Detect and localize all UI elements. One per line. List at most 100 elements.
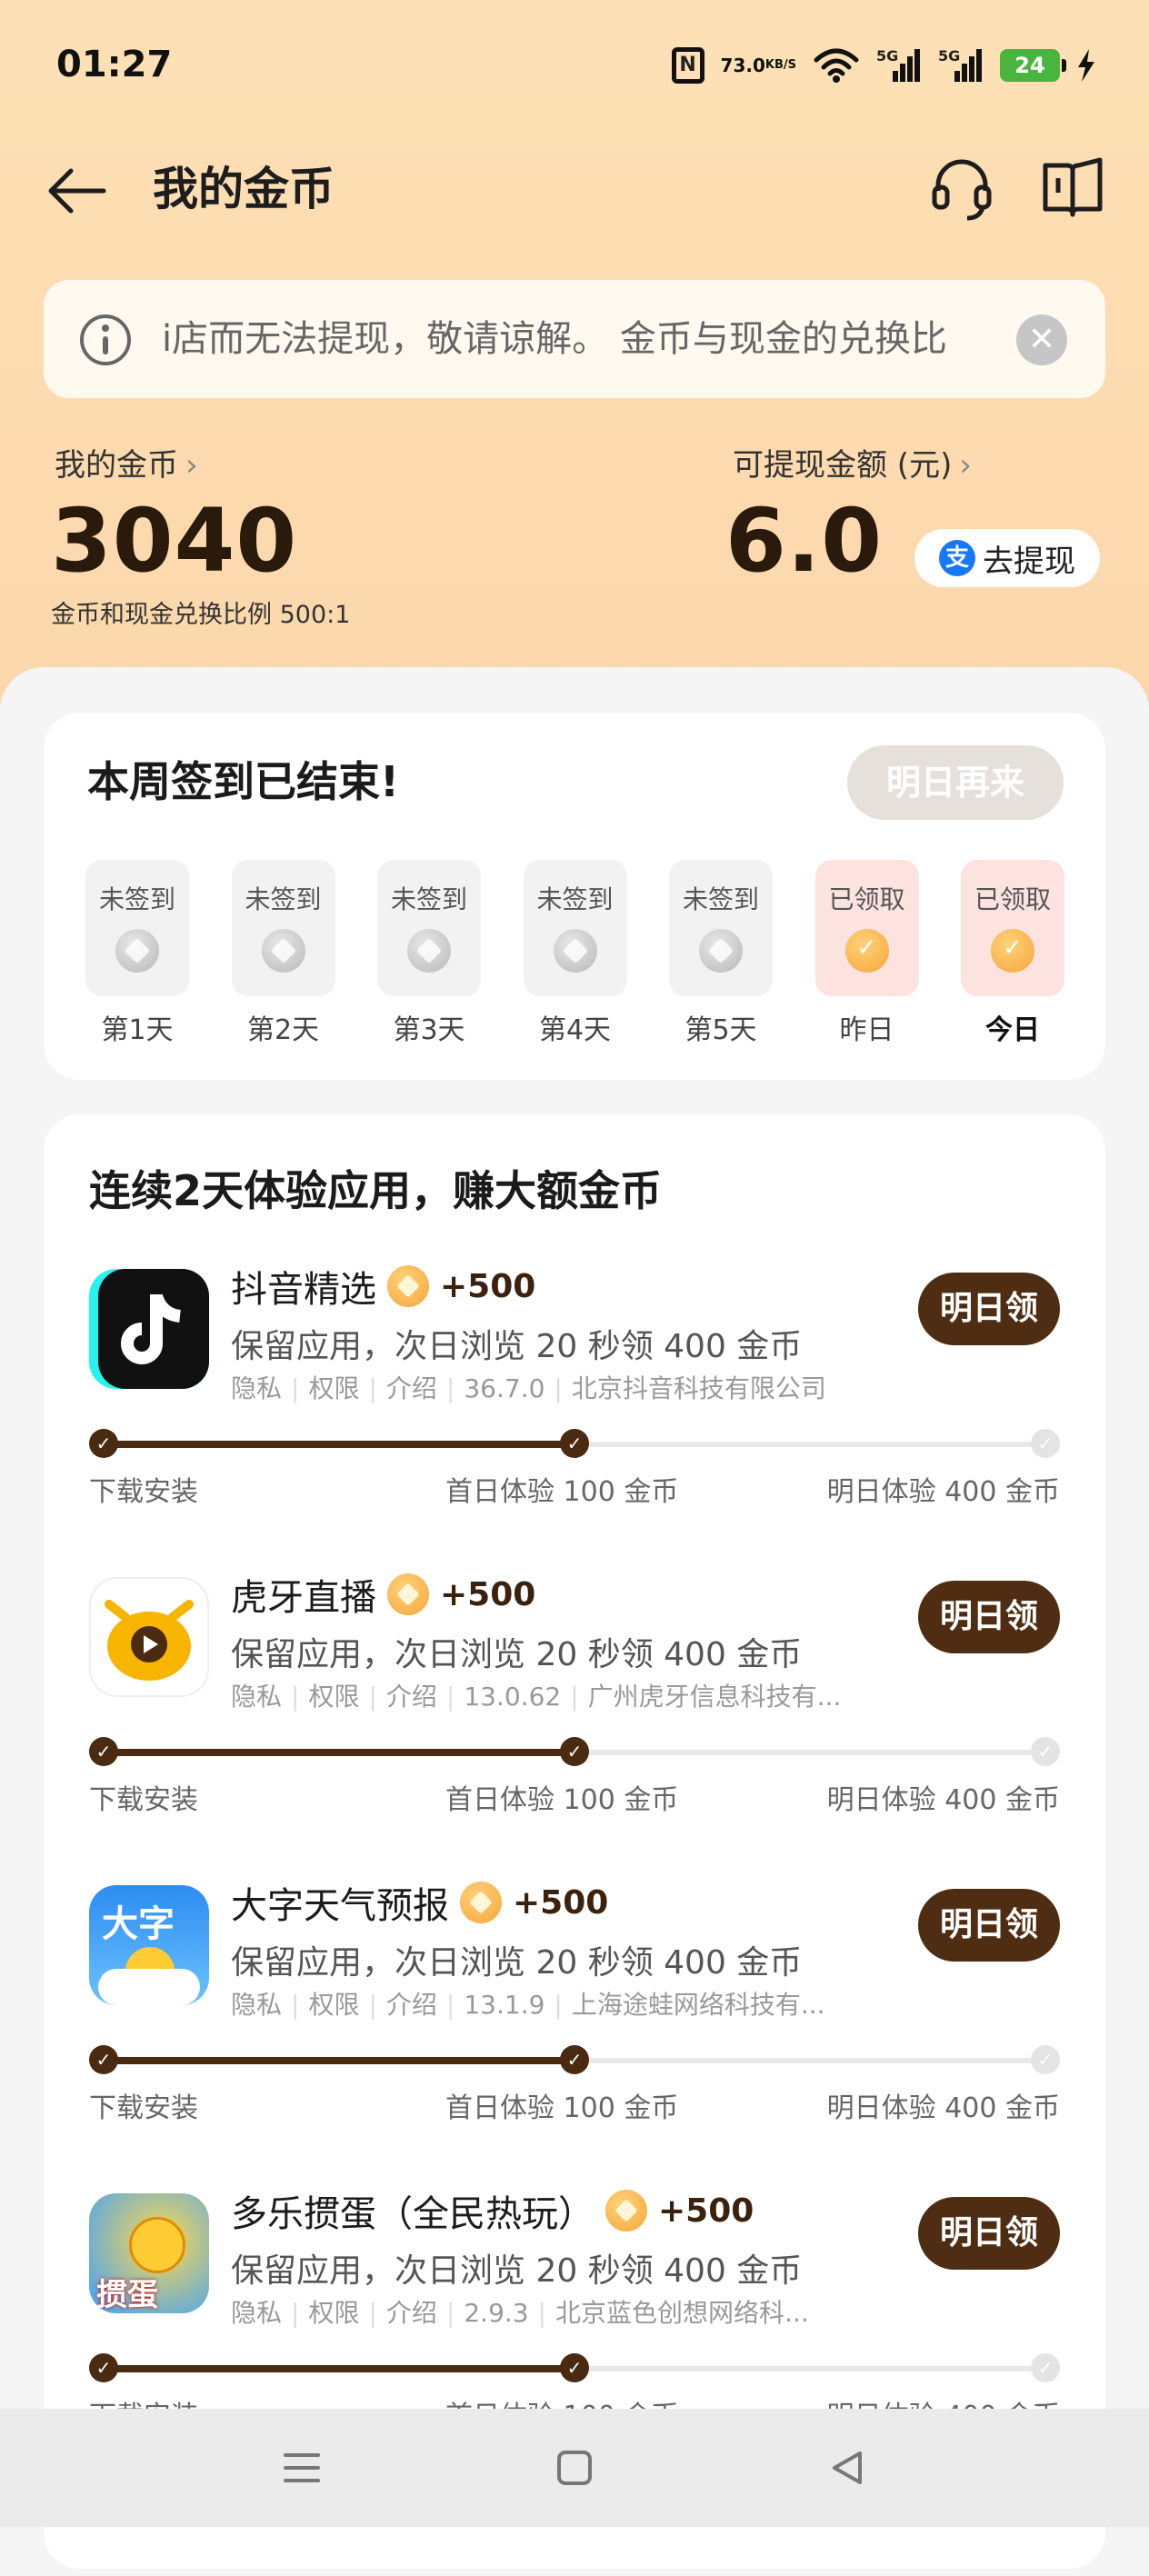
app-meta-item[interactable]: 权限	[308, 2298, 359, 2328]
battery-icon: 24	[1000, 49, 1066, 82]
weather-app-icon: 大字	[89, 1885, 209, 2005]
signal-icon-2: 5G	[938, 47, 984, 84]
app-meta-item: 13.0.62	[464, 1682, 562, 1712]
back-button[interactable]	[44, 155, 116, 227]
customer-service-button[interactable]	[925, 151, 998, 224]
signin-day-status: 已领取	[828, 884, 905, 914]
signal-label-2: 5G	[938, 47, 961, 65]
guandan-app-icon-text: 掼蛋	[96, 2277, 158, 2313]
claim-tomorrow-button[interactable]: 明日领	[918, 1273, 1060, 1345]
app-name: 虎牙直播	[231, 1577, 376, 1619]
wifi-icon	[814, 48, 859, 83]
app-meta-item: 北京抖音科技有限公司	[571, 1373, 826, 1403]
coin-icon	[844, 929, 889, 973]
signin-day-label: 第3天	[393, 1014, 465, 1046]
signin-day-status: 未签到	[682, 884, 759, 914]
app-meta-item: 上海途蛙网络科技有...	[571, 1990, 825, 2020]
my-coins-link[interactable]: 我的金币 ›	[55, 440, 198, 484]
task-item: 抖音精选 +500 保留应用，次日浏览 20 秒领 400 金币 隐私 | 权限 | 介绍 | 3…	[44, 1242, 1105, 1542]
app-meta-item[interactable]: 权限	[308, 1682, 359, 1712]
progress-fill	[104, 2057, 574, 2064]
progress-labels: 下载安装 首日体验 100 金币 明日体验 400 金币	[89, 1469, 1060, 1508]
app-meta-item[interactable]: 隐私	[231, 1990, 282, 2020]
app-meta-item[interactable]: 隐私	[231, 1373, 282, 1403]
coin-icon	[605, 2190, 647, 2232]
app-icon[interactable]: 大字	[89, 1885, 209, 2005]
chevron-right-icon: ›	[959, 447, 972, 484]
progress-step-done: ✓	[89, 1429, 118, 1458]
network-speed-unit: KB/S	[764, 58, 796, 72]
my-coins-label: 我的金币	[55, 447, 178, 484]
app-meta-item[interactable]: 权限	[308, 1373, 359, 1403]
progress-labels: 下载安装 首日体验 100 金币 明日体验 400 金币	[89, 2085, 1060, 2124]
signin-day-status: 未签到	[536, 884, 614, 914]
signin-day-box: 已领取	[961, 860, 1064, 996]
back-nav-button[interactable]	[811, 2436, 884, 2500]
progress-label-first-day: 首日体验 100 金币	[445, 2092, 679, 2124]
signin-day-box: 未签到	[669, 860, 773, 996]
signin-day-box: 未签到	[231, 860, 335, 996]
app-meta: 隐私 | 权限 | 介绍 | 13.0.62 | 广州虎牙信息科技有...	[231, 1677, 841, 1713]
app-meta-item[interactable]: 介绍	[386, 1682, 437, 1712]
home-button[interactable]	[538, 2436, 611, 2500]
meta-separator: |	[368, 2298, 377, 2328]
claim-tomorrow-button[interactable]: 明日领	[918, 2197, 1060, 2270]
coin-icon	[460, 1882, 502, 1923]
info-icon	[80, 315, 131, 365]
app-icon[interactable]: 掼蛋	[89, 2193, 209, 2313]
weather-app-icon-text: 大字	[102, 1903, 175, 1945]
meta-separator: |	[445, 1682, 455, 1712]
app-meta-item[interactable]: 隐私	[231, 1682, 282, 1712]
meta-separator: |	[291, 2298, 300, 2328]
signin-day-status: 未签到	[390, 884, 467, 914]
withdraw-button[interactable]: 支 去提现	[914, 529, 1100, 587]
claim-tomorrow-button[interactable]: 明日领	[918, 1581, 1060, 1653]
reward-amount: +500	[440, 1575, 536, 1613]
app-meta-item[interactable]: 介绍	[386, 1990, 437, 2020]
meta-separator: |	[368, 1373, 377, 1403]
signal-icon: 5G	[876, 47, 922, 84]
book-icon	[1043, 157, 1103, 217]
signin-day-status: 未签到	[245, 884, 322, 914]
chevron-right-icon: ›	[185, 447, 198, 484]
app-meta-item[interactable]: 介绍	[386, 2298, 437, 2328]
progress-step-pending: ✓	[1031, 1429, 1060, 1458]
progress-step-done: ✓	[560, 1429, 589, 1458]
app-meta: 隐私 | 权限 | 介绍 | 13.1.9 | 上海途蛙网络科技有...	[231, 1985, 825, 2022]
meta-separator: |	[554, 1990, 563, 2020]
progress-label-install: 下载安装	[89, 2092, 198, 2124]
signin-day-label: 今日	[985, 1014, 1040, 1046]
meta-separator: |	[445, 2298, 455, 2328]
claim-tomorrow-button[interactable]: 明日领	[918, 1889, 1060, 1962]
progress-label-first-day: 首日体验 100 金币	[445, 1784, 679, 1816]
task-progress: ✓ ✓ ✓	[89, 1425, 1060, 1462]
cash-balance: 6.0	[725, 490, 884, 592]
signin-day-box: 未签到	[377, 860, 481, 996]
app-header: 我的金币	[0, 136, 1149, 236]
app-name: 抖音精选	[231, 1269, 376, 1311]
rules-button[interactable]	[1036, 151, 1109, 224]
app-icon[interactable]	[89, 1269, 209, 1389]
close-notice-button[interactable]: ✕	[1016, 315, 1067, 365]
menu-button[interactable]	[265, 2436, 338, 2500]
reward-amount: +500	[513, 1883, 609, 1922]
progress-step-done: ✓	[560, 2045, 589, 2074]
progress-label-next-day: 明日体验 400 金币	[826, 1784, 1060, 1816]
progress-step-done: ✓	[560, 1737, 589, 1766]
progress-label-install: 下载安装	[89, 1784, 198, 1816]
meta-separator: |	[554, 1373, 563, 1403]
app-meta: 隐私 | 权限 | 介绍 | 36.7.0 | 北京抖音科技有限公司	[231, 1369, 826, 1405]
progress-step-done: ✓	[89, 2045, 118, 2074]
exchange-rate: 金币和现金兑换比例 500:1	[51, 601, 351, 629]
progress-label-first-day: 首日体验 100 金币	[445, 1476, 679, 1508]
come-back-tomorrow-button[interactable]: 明日再来	[847, 745, 1064, 820]
cash-amount-link[interactable]: 可提现金额 (元) ›	[733, 440, 972, 484]
signin-day: 未签到 第1天	[85, 860, 189, 1047]
signal-label: 5G	[876, 47, 899, 65]
app-meta-item[interactable]: 隐私	[231, 2298, 282, 2328]
menu-icon	[284, 2453, 320, 2482]
meta-separator: |	[291, 1990, 300, 2020]
app-meta-item[interactable]: 权限	[308, 1990, 359, 2020]
app-icon[interactable]	[89, 1577, 209, 1697]
app-meta-item[interactable]: 介绍	[386, 1373, 437, 1403]
